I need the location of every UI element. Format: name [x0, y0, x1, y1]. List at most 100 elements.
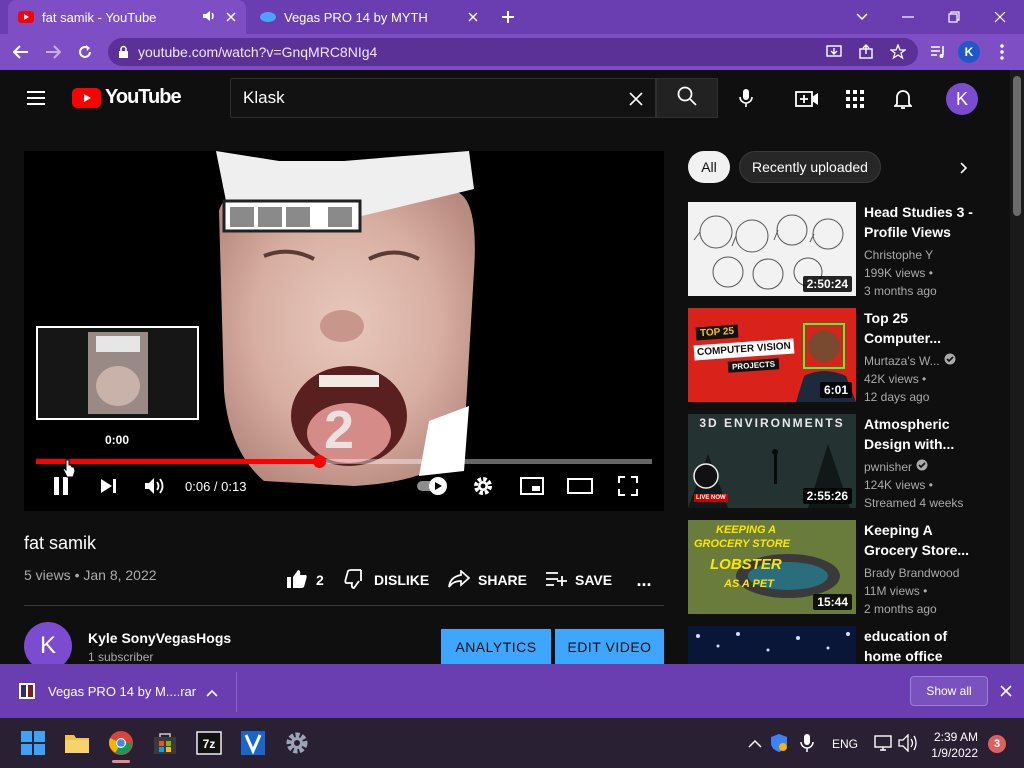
tab-close-icon[interactable]	[226, 10, 236, 25]
hamburger-menu-icon[interactable]	[24, 86, 48, 110]
bookmark-star-icon[interactable]	[889, 43, 907, 63]
download-options-chevron-icon[interactable]	[206, 684, 218, 702]
search-button[interactable]	[656, 78, 718, 118]
windows-start-icon[interactable]	[18, 728, 48, 758]
chrome-icon[interactable]	[106, 728, 136, 758]
language-indicator[interactable]: ENG	[832, 737, 858, 751]
minimize-icon[interactable]	[898, 7, 918, 27]
share-button[interactable]: SHARE	[448, 566, 527, 594]
recommendation-item[interactable]: education of home office	[688, 626, 988, 664]
like-button[interactable]: 2	[286, 566, 324, 594]
analytics-button[interactable]: ANALYTICS	[441, 629, 551, 665]
reload-icon[interactable]	[74, 42, 96, 62]
audio-playing-icon[interactable]	[202, 10, 216, 25]
tab-youtube[interactable]: fat samik - YouTube	[8, 0, 246, 34]
autoplay-toggle-icon[interactable]	[416, 475, 450, 497]
share-page-icon[interactable]	[858, 44, 874, 63]
restore-icon[interactable]	[944, 7, 964, 27]
video-duration: 6:01	[819, 382, 852, 398]
edit-video-button[interactable]: EDIT VIDEO	[555, 629, 664, 665]
address-bar[interactable]: youtube.com/watch?v=GnqMRC8NIg4	[108, 38, 918, 66]
next-video-icon[interactable]	[96, 473, 122, 499]
youtube-logo[interactable]: YouTube	[72, 86, 182, 109]
dislike-button[interactable]: DISLIKE	[344, 566, 429, 594]
close-download-bar-icon[interactable]	[1000, 684, 1012, 702]
recommendation-thumbnail[interactable]: KEEPING A GROCERY STORE LOBSTER AS A PET…	[688, 520, 856, 614]
close-window-icon[interactable]	[990, 7, 1010, 27]
video-title: fat samik	[24, 533, 97, 553]
clock[interactable]: 2:39 AM 1/9/2022	[930, 729, 978, 761]
show-hidden-icons-chevron-icon[interactable]	[748, 736, 762, 754]
tab-search-chevron-icon[interactable]	[852, 7, 872, 27]
speaker-tray-icon[interactable]	[898, 733, 918, 757]
seek-preview-thumbnail	[36, 326, 199, 420]
settings-gear-icon[interactable]	[470, 473, 496, 499]
save-label: SAVE	[575, 572, 613, 588]
recommendation-item[interactable]: KEEPING A GROCERY STORE LOBSTER AS A PET…	[688, 520, 988, 616]
clear-search-icon[interactable]	[629, 91, 643, 111]
save-button[interactable]: SAVE	[545, 566, 612, 594]
channel-name[interactable]: Kyle SonyVegasHogs	[88, 630, 231, 646]
install-app-icon[interactable]	[826, 44, 842, 63]
recommendation-item[interactable]: 3D ENVIRONMENTS LIVE NOW 2:55:26 Atmosph…	[688, 414, 988, 510]
file-explorer-icon[interactable]	[62, 728, 92, 758]
scrollbar-thumb[interactable]	[1013, 76, 1021, 216]
thumbnail-text: TOP 25	[695, 324, 739, 341]
channel-avatar[interactable]: K	[24, 622, 72, 670]
download-bar: Vegas PRO 14 by M....rar Show all	[0, 664, 1024, 718]
fullscreen-icon[interactable]	[614, 473, 642, 499]
chip-all[interactable]: All	[688, 151, 730, 183]
thumbnail-text: GROCERY STORE	[694, 538, 790, 550]
settings-app-icon[interactable]	[282, 728, 312, 758]
download-file-name[interactable]: Vegas PRO 14 by M....rar	[48, 684, 196, 699]
more-actions-icon[interactable]: ...	[632, 568, 656, 592]
profile-avatar[interactable]: K	[958, 41, 980, 63]
create-video-icon[interactable]	[794, 86, 820, 112]
forward-icon[interactable]	[42, 42, 64, 62]
menu-kebab-icon[interactable]	[992, 42, 1012, 62]
account-avatar[interactable]: K	[946, 83, 978, 115]
microsoft-store-icon[interactable]	[150, 728, 180, 758]
theater-mode-icon[interactable]	[566, 473, 594, 499]
time-display: 0:06 / 0:13	[185, 479, 247, 494]
video-duration: 2:55:26	[802, 488, 852, 504]
recommendation-channel-row: Murtaza's W...	[864, 352, 956, 370]
verified-check-icon	[944, 352, 956, 370]
back-icon[interactable]	[10, 42, 32, 62]
page-scrollbar[interactable]	[1010, 70, 1024, 664]
recommendation-item[interactable]: TOP 25 COMPUTER VISION PROJECTS 6:01 Top…	[688, 308, 988, 404]
recommendation-thumbnail[interactable]: 3D ENVIRONMENTS LIVE NOW 2:55:26	[688, 414, 856, 508]
share-label: SHARE	[478, 572, 528, 588]
microphone-tray-icon[interactable]	[800, 733, 814, 758]
miniplayer-icon[interactable]	[518, 473, 546, 499]
recommendation-thumbnail[interactable]: 2:50:24	[688, 202, 856, 296]
progress-bar[interactable]	[36, 455, 652, 468]
notification-count-badge[interactable]: 3	[988, 735, 1006, 753]
tab-title: fat samik - YouTube	[42, 9, 157, 25]
thumbnail-text: 3D ENVIRONMENTS	[699, 416, 845, 430]
clock-time: 2:39 AM	[933, 730, 978, 744]
chips-next-chevron-icon[interactable]	[954, 158, 974, 178]
tab-vegas[interactable]: Vegas PRO 14 by MYTH	[250, 0, 488, 34]
recommendation-thumbnail[interactable]: TOP 25 COMPUTER VISION PROJECTS 6:01	[688, 308, 856, 402]
vegas-pro-icon[interactable]	[238, 728, 268, 758]
security-shield-icon[interactable]	[770, 733, 788, 758]
tab-close-icon[interactable]	[468, 10, 478, 25]
voice-search-icon[interactable]	[732, 84, 760, 112]
7zip-icon[interactable]: 7z	[194, 728, 224, 758]
network-icon[interactable]	[874, 734, 892, 757]
new-tab-icon[interactable]	[498, 7, 518, 27]
media-controls-icon[interactable]	[928, 42, 948, 62]
search-input[interactable]: Klask	[230, 78, 656, 118]
volume-icon[interactable]	[142, 473, 168, 499]
recommendation-views: 124K views •	[864, 478, 933, 492]
notifications-bell-icon[interactable]	[890, 86, 916, 112]
thumbnail-text: COMPUTER VISION	[693, 338, 795, 361]
recommendation-thumbnail[interactable]	[688, 626, 856, 664]
recommendation-item[interactable]: 2:50:24 Head Studies 3 - Profile Views C…	[688, 202, 988, 298]
chip-recently-uploaded[interactable]: Recently uploaded	[739, 151, 881, 183]
video-player[interactable]: 2 0:00 0:06 / 0:13	[24, 151, 664, 511]
apps-grid-icon[interactable]	[842, 86, 868, 112]
lock-icon[interactable]	[118, 45, 129, 62]
show-all-downloads-button[interactable]: Show all	[910, 676, 988, 706]
